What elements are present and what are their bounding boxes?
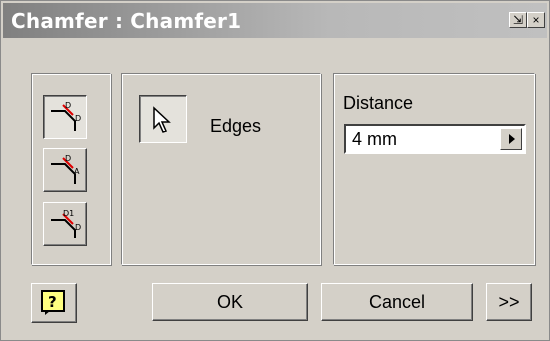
chamfer-two-distances-icon: D1 D xyxy=(51,209,81,238)
distance-value: 4 mm xyxy=(352,129,397,149)
chamfer-two-distances-button[interactable]: D1 D xyxy=(43,202,87,246)
title-bar[interactable]: Chamfer : Chamfer1 ⇲ × xyxy=(3,3,547,38)
distance-panel: Distance xyxy=(333,73,535,265)
more-button[interactable]: >> xyxy=(486,283,532,321)
close-icon[interactable]: × xyxy=(527,12,545,28)
pin-icon[interactable]: ⇲ xyxy=(509,12,527,28)
distance-input[interactable]: 4 mm xyxy=(344,124,526,154)
svg-text:D: D xyxy=(75,114,81,123)
selection-panel: Edges xyxy=(121,73,321,265)
chamfer-distance-button[interactable]: D D xyxy=(43,95,87,139)
svg-text:D1: D1 xyxy=(63,209,74,218)
cancel-button[interactable]: Cancel xyxy=(321,283,473,321)
ok-button[interactable]: OK xyxy=(152,283,308,321)
svg-text:A: A xyxy=(74,167,80,176)
method-panel: D D D A D1 D xyxy=(31,73,111,265)
triangle-right-icon xyxy=(509,134,515,144)
chamfer-dialog: Chamfer : Chamfer1 ⇲ × D D D A D1 D Edge… xyxy=(0,0,550,341)
chamfer-distance-icon: D D xyxy=(51,101,81,131)
edges-select-button[interactable] xyxy=(139,95,187,143)
svg-text:?: ? xyxy=(48,293,57,311)
svg-text:D: D xyxy=(65,154,71,163)
window-title: Chamfer : Chamfer1 xyxy=(11,9,242,33)
distance-arrow-button[interactable] xyxy=(500,128,522,150)
distance-label: Distance xyxy=(343,93,414,113)
select-arrow-icon xyxy=(153,106,171,133)
svg-text:D: D xyxy=(65,101,71,110)
edges-label: Edges xyxy=(210,116,262,136)
help-button[interactable]: ? xyxy=(31,283,77,323)
chamfer-distance-angle-icon: D A xyxy=(51,154,80,184)
help-icon: ? xyxy=(41,290,65,315)
chamfer-distance-angle-button[interactable]: D A xyxy=(43,148,87,192)
svg-text:D: D xyxy=(75,223,81,232)
